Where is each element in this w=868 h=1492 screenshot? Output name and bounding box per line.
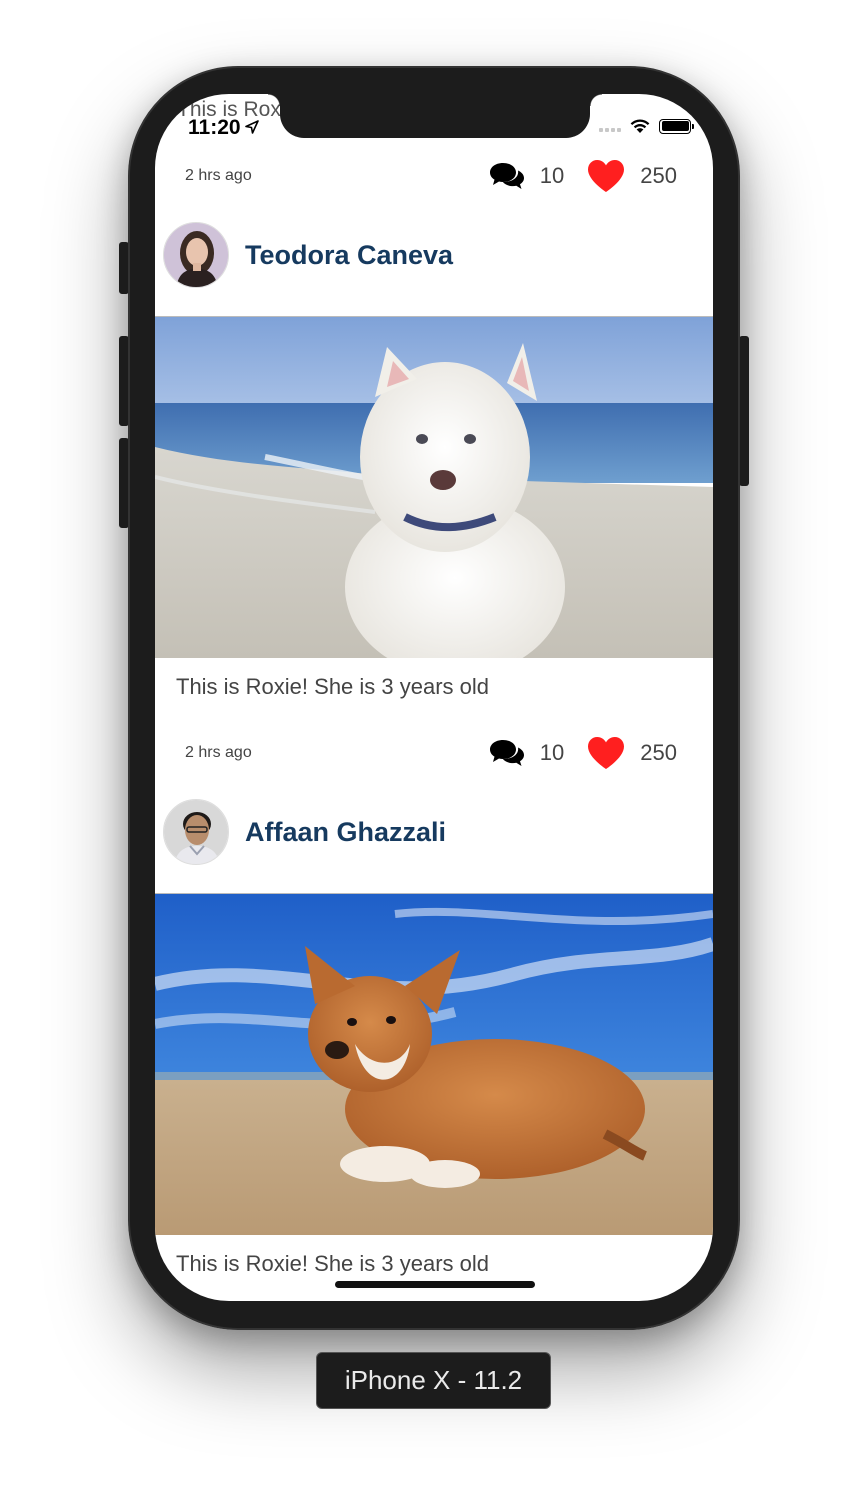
author-name[interactable]: Teodora Caneva	[245, 240, 453, 271]
post-stats: 10 250	[488, 158, 677, 194]
author-name[interactable]: Affaan Ghazzali	[245, 817, 446, 848]
post-stats: 10 250	[488, 735, 677, 771]
post-time-ago: 2 hrs ago	[185, 744, 252, 761]
like-count: 250	[640, 740, 677, 765]
avatar[interactable]	[163, 799, 229, 865]
post-meta-row: 2 hrs ago 10 250	[155, 151, 713, 201]
status-indicators	[599, 118, 694, 134]
power-button	[739, 336, 749, 486]
location-arrow-icon	[244, 116, 259, 140]
comment-count: 10	[539, 163, 565, 188]
simulator-stage: This is Rox 11:20 2 hrs ago 10 250 Teodo…	[0, 0, 868, 1492]
avatar[interactable]	[163, 222, 229, 288]
comments-icon[interactable]	[488, 160, 526, 192]
phone-screen: This is Rox 11:20 2 hrs ago 10 250 Teodo…	[155, 94, 713, 1301]
cellular-signal-icon	[599, 120, 621, 132]
post-image-puppy-beach[interactable]	[155, 316, 713, 658]
comment-count: 10	[539, 740, 565, 765]
status-time: 11:20	[188, 116, 259, 140]
post-caption: This is Roxie! She is 3 years old	[176, 1251, 490, 1276]
post-time-ago: 2 hrs ago	[185, 167, 252, 184]
post-author-row[interactable]: Affaan Ghazzali	[155, 792, 713, 872]
battery-icon	[659, 118, 694, 134]
like-count: 250	[640, 163, 677, 188]
comments-icon[interactable]	[488, 737, 526, 769]
post-image-corgi-beach[interactable]	[155, 893, 713, 1235]
home-indicator[interactable]	[335, 1281, 535, 1288]
post-meta-row: 2 hrs ago 10 250	[155, 728, 713, 778]
wifi-icon	[629, 118, 651, 134]
notch	[268, 94, 602, 138]
simulator-device-label: iPhone X - 11.2	[316, 1352, 551, 1409]
heart-icon[interactable]	[586, 158, 626, 194]
heart-icon[interactable]	[586, 735, 626, 771]
status-time-label: 11:20	[188, 116, 241, 139]
post-caption: This is Roxie! She is 3 years old	[176, 674, 490, 699]
post-author-row[interactable]: Teodora Caneva	[155, 215, 713, 295]
